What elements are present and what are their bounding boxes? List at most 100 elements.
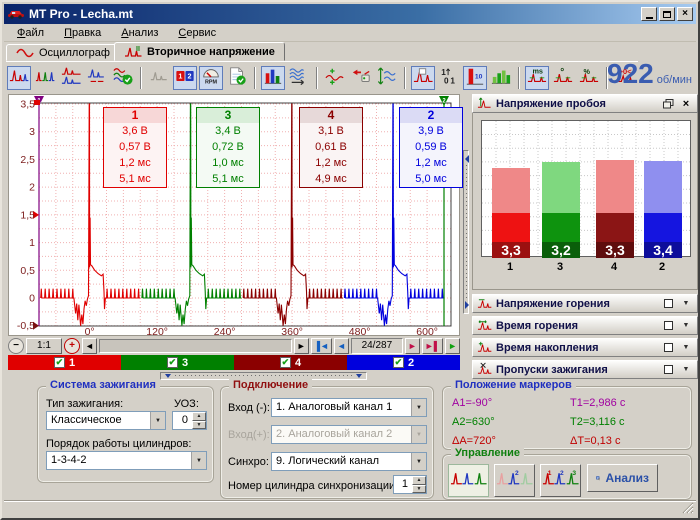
cylinder-measurement: 3,6 В xyxy=(104,123,166,139)
wave-scale-icon xyxy=(377,66,397,89)
breakdown-bar-chart: 3,33,23,33,4 xyxy=(481,120,691,257)
tab-secondary-voltage[interactable]: IIВторичное напряжение xyxy=(114,42,285,61)
toolbar-cylinders-select-button[interactable]: 12 xyxy=(173,66,197,90)
highlight-channel-button[interactable]: 2 xyxy=(494,464,535,497)
restore-panel-button[interactable] xyxy=(661,363,675,377)
menu-edit[interactable]: Правка xyxy=(55,25,110,41)
zoom-out-button[interactable]: − xyxy=(8,338,24,354)
menu-analysis[interactable]: Анализ xyxy=(112,25,167,41)
spin-down-icon[interactable]: ▼ xyxy=(192,421,206,430)
menu-service[interactable]: Сервис xyxy=(169,25,225,41)
toolbar-waves-overlay-button[interactable] xyxy=(287,66,311,90)
ignition-type-select[interactable]: Классическое ▼ xyxy=(46,411,166,430)
last-frame-button[interactable]: ►▌ xyxy=(422,338,443,354)
close-icon: × xyxy=(683,98,689,110)
chevron-down-icon[interactable]: ▼ xyxy=(191,452,206,469)
spin-up-icon[interactable]: ▲ xyxy=(192,412,206,421)
toolbar-logic-levels-button[interactable]: 101 xyxy=(437,66,461,90)
checkbox-icon[interactable]: ✔ xyxy=(280,357,291,368)
firing-order-select[interactable]: 1-3-4-2 ▼ xyxy=(46,451,207,470)
sync-input-select[interactable]: 9. Логический канал▼ xyxy=(271,452,427,471)
chevron-down-icon: ▼ xyxy=(683,366,690,373)
toolbar-single-pulse-button[interactable] xyxy=(7,66,31,90)
vertical-splitter-track[interactable] xyxy=(463,150,469,314)
scroll-left-button[interactable]: ◄ xyxy=(82,338,97,354)
svg-text:ms: ms xyxy=(532,66,543,75)
breakdown-bar-4: 3,3 xyxy=(596,160,634,258)
toolbar-separator xyxy=(140,67,142,89)
maximize-button[interactable] xyxy=(659,7,675,21)
vertical-splitter[interactable] xyxy=(461,94,471,378)
uoz-stepper[interactable]: 0 ▲▼ xyxy=(172,411,207,430)
toolbar-rpm-gauge-button[interactable]: RPM xyxy=(199,66,223,90)
float-panel-button[interactable] xyxy=(661,97,675,111)
toolbar-measure-deg-button[interactable]: ° xyxy=(551,66,575,90)
panel-dwell-time-header[interactable]: Время накопления▼ xyxy=(472,338,698,357)
restore-panel-button[interactable] xyxy=(661,297,675,311)
next-frame-button[interactable]: ► xyxy=(405,338,420,354)
close-button[interactable]: × xyxy=(677,7,693,21)
toolbar-report-button[interactable] xyxy=(225,66,249,90)
resize-grip[interactable] xyxy=(681,501,694,514)
restore-panel-button[interactable] xyxy=(661,341,675,355)
restore-panel-button[interactable] xyxy=(661,319,675,333)
expand-panel-button[interactable]: ▼ xyxy=(679,341,693,355)
sync-cylinder-stepper[interactable]: 1 ▲▼ xyxy=(393,475,427,494)
show-all-channels-button[interactable] xyxy=(448,464,489,497)
panel-misfires-header[interactable]: Пропуски зажигания▼ xyxy=(472,360,698,379)
toolbar-bar-values-button[interactable]: 10 xyxy=(463,66,487,90)
expand-panel-button[interactable]: ▼ xyxy=(679,297,693,311)
svg-text:240°: 240° xyxy=(214,326,236,335)
titlebar[interactable]: MT Pro - Lecha.mt × xyxy=(4,4,696,24)
checkbox-icon[interactable]: ✔ xyxy=(167,357,178,368)
toolbar-multi-pulse-button[interactable] xyxy=(33,66,57,90)
zoom-in-button[interactable]: + xyxy=(64,338,80,354)
cylinder-measurement: 5,0 мс xyxy=(400,171,462,187)
scope-scrollbar[interactable] xyxy=(99,339,292,353)
toolbar-pulse-marker-button[interactable] xyxy=(411,66,435,90)
toolbar-wave-scale-button[interactable] xyxy=(375,66,399,90)
close-panel-button[interactable]: × xyxy=(679,97,693,111)
channel-toggle-4[interactable]: ✔4 xyxy=(234,355,347,370)
toolbar-waves-check-button[interactable] xyxy=(111,66,135,90)
toolbar-bar-chart-view-button[interactable] xyxy=(261,66,285,90)
numbered-channels-button[interactable]: 123 xyxy=(540,464,581,497)
play-button[interactable]: ► xyxy=(445,338,460,354)
channel-number: 4 xyxy=(295,357,301,369)
chevron-down-icon[interactable]: ▼ xyxy=(411,399,426,416)
channel-toggle-2[interactable]: ✔2 xyxy=(347,355,460,370)
input-minus-select[interactable]: 1. Аналоговый канал 1▼ xyxy=(271,398,427,417)
toolbar-dual-trace-button[interactable] xyxy=(59,66,83,90)
analyze-label: Анализ xyxy=(605,471,649,485)
uoz-label: УОЗ: xyxy=(174,398,199,410)
zoom-reset-button[interactable]: 1:1 xyxy=(26,338,62,354)
toolbar-wave-add-button[interactable] xyxy=(323,66,347,90)
minimize-button[interactable] xyxy=(641,7,657,21)
toolbar-measure-ms-button[interactable]: ms xyxy=(525,66,549,90)
panel-burn-time-header[interactable]: Время горения▼ xyxy=(472,316,698,335)
first-frame-button[interactable]: ▐◄ xyxy=(311,338,332,354)
chevron-down-icon[interactable]: ▼ xyxy=(411,453,426,470)
prev-frame-button[interactable]: ◄ xyxy=(334,338,349,354)
panel-burn-voltage-header[interactable]: Напряжение горения▼ xyxy=(472,294,698,313)
expand-panel-button[interactable]: ▼ xyxy=(679,319,693,333)
toolbar-wave-capture-button[interactable] xyxy=(349,66,373,90)
analyze-button[interactable]: Анализ xyxy=(587,464,658,492)
toolbar-measure-pct-button[interactable]: % xyxy=(577,66,601,90)
spin-up-icon[interactable]: ▲ xyxy=(412,476,426,485)
scroll-right-button[interactable]: ► xyxy=(294,338,309,354)
expand-panel-button[interactable]: ▼ xyxy=(679,363,693,377)
checkbox-icon[interactable]: ✔ xyxy=(54,357,65,368)
spin-down-icon[interactable]: ▼ xyxy=(412,485,426,494)
checkbox-icon[interactable]: ✔ xyxy=(393,357,404,368)
channel-toggle-3[interactable]: ✔3 xyxy=(121,355,234,370)
channel-toggle-1[interactable]: ✔1 xyxy=(8,355,121,370)
toolbar-pulse-compare-button[interactable] xyxy=(85,66,109,90)
tab-oscilloscope[interactable]: Осциллограф xyxy=(6,44,120,61)
menu-file[interactable]: Файл xyxy=(8,25,53,41)
chevron-down-icon[interactable]: ▼ xyxy=(150,412,165,429)
toolbar-separator xyxy=(316,67,318,89)
toolbar-histogram-button[interactable] xyxy=(489,66,513,90)
bar-value-label: 3,2 xyxy=(542,242,580,258)
panel-breakdown-voltage-header[interactable]: Напряжение пробоя × xyxy=(472,94,698,113)
